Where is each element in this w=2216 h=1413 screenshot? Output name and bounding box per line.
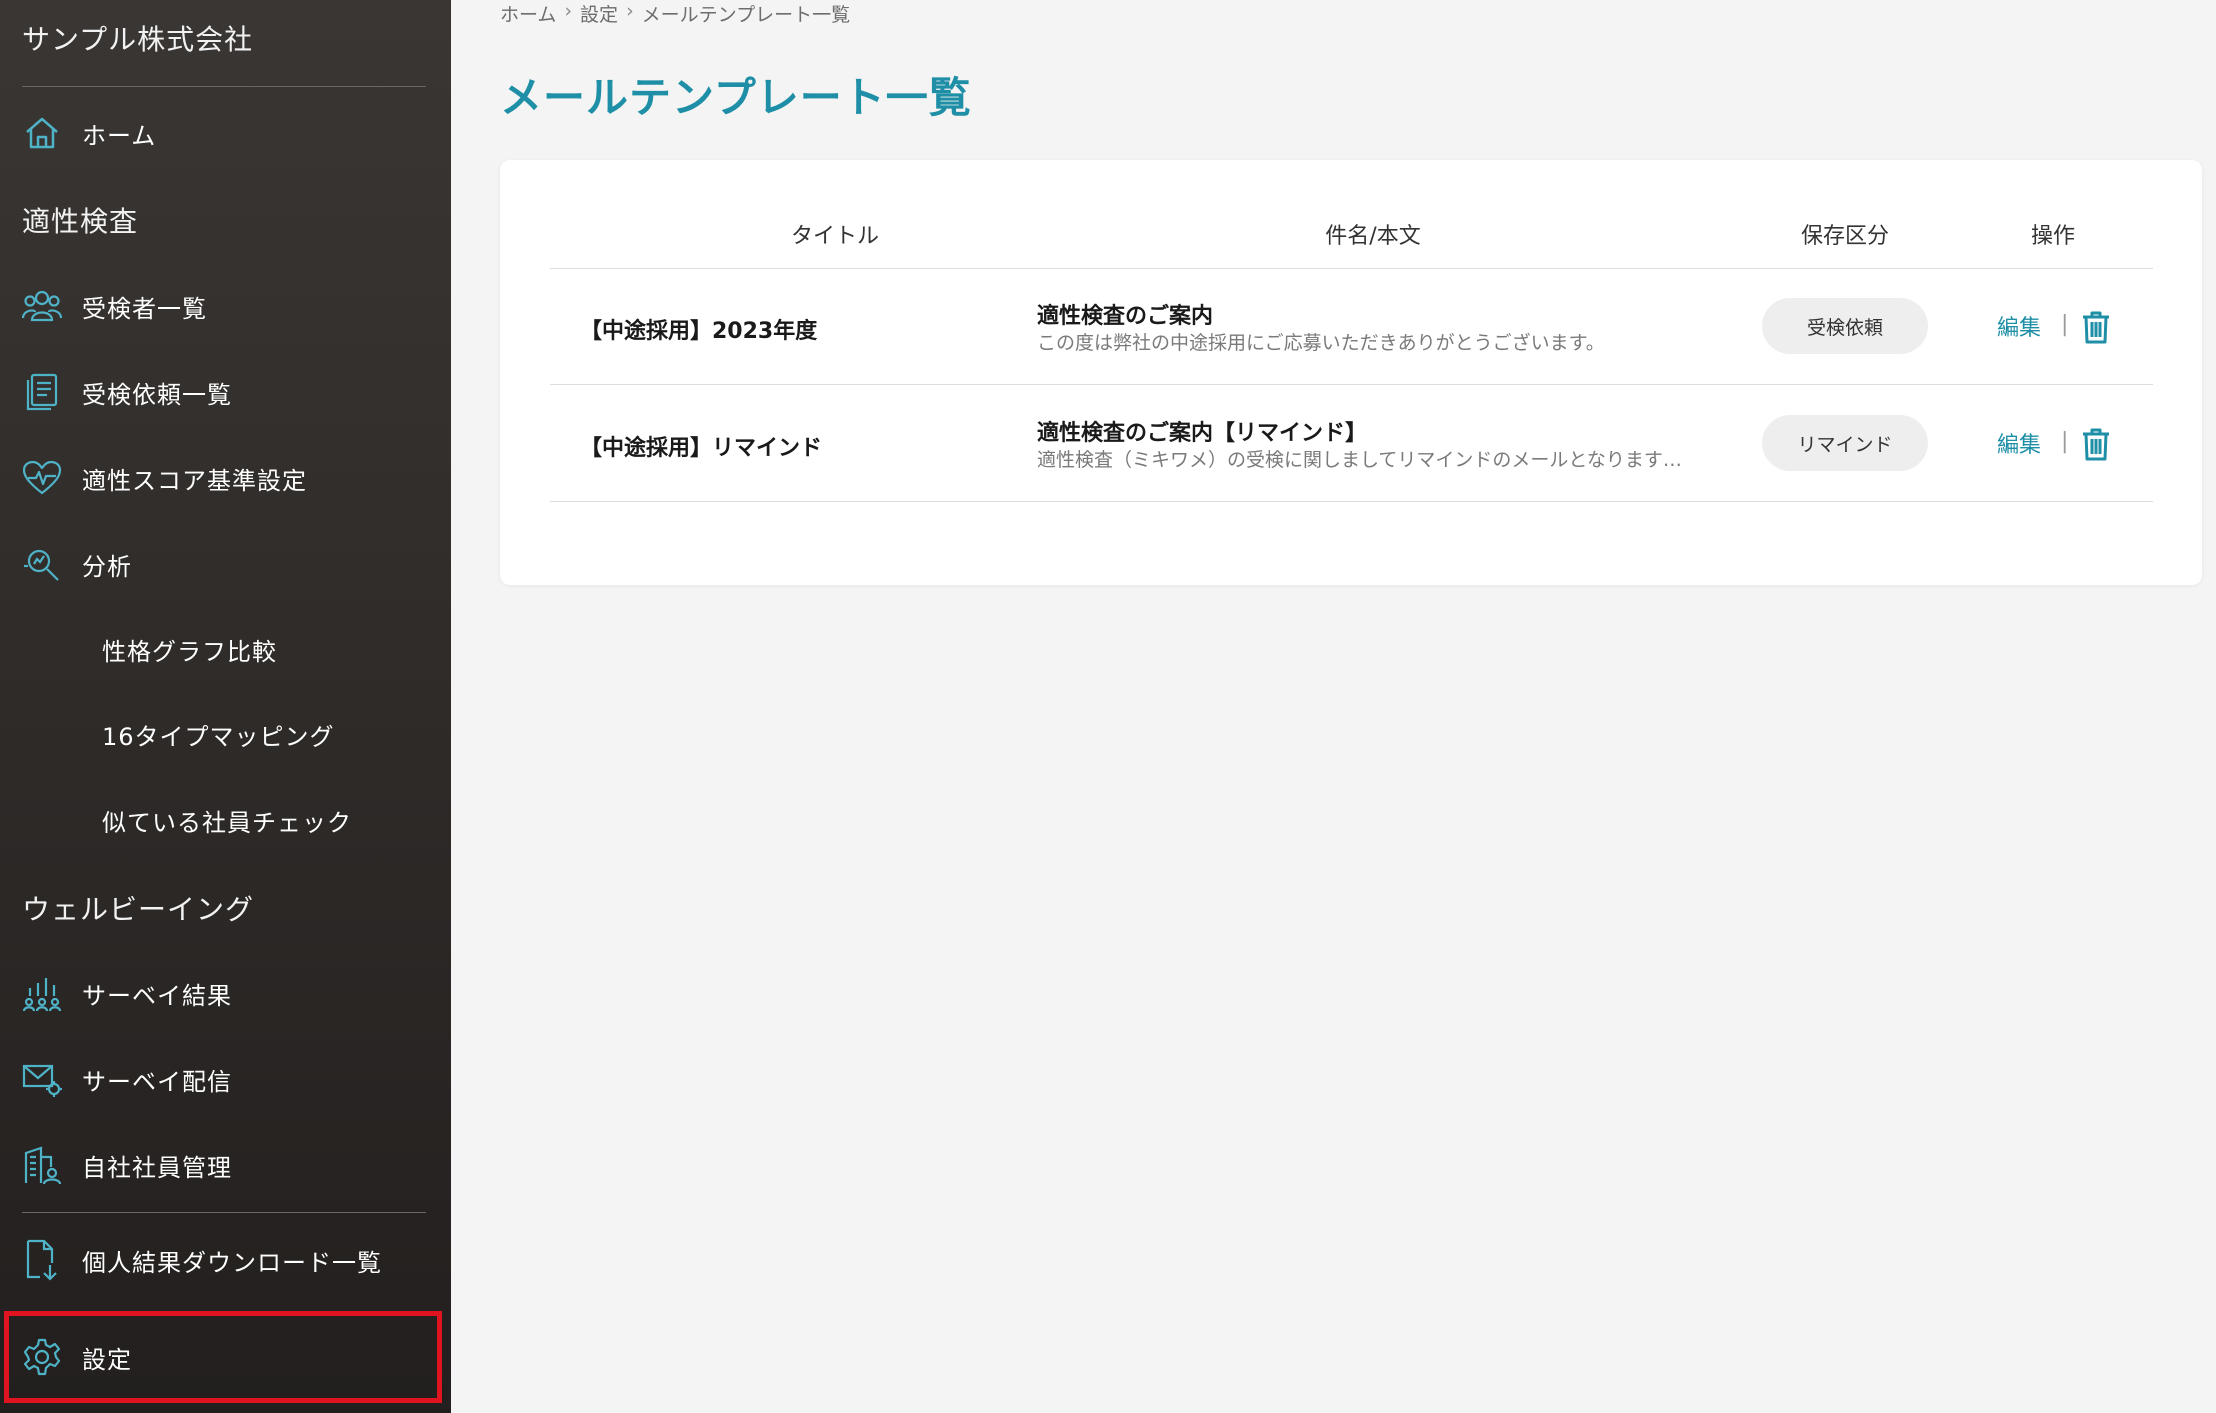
sidebar-item-survey-results[interactable]: サーベイ結果 xyxy=(0,958,451,1028)
sidebar-item-label: 受検者一覧 xyxy=(82,294,207,323)
breadcrumb-home[interactable]: ホーム xyxy=(500,0,556,27)
edit-link[interactable]: 編集 xyxy=(1997,310,2041,342)
sidebar-item-label: 受検依頼一覧 xyxy=(82,380,232,409)
template-title: 【中途採用】リマインド xyxy=(580,436,823,461)
sidebar-item-label: サーベイ配信 xyxy=(82,1067,232,1096)
company-name: サンプル株式会社 xyxy=(22,23,254,56)
sidebar-item-employee-mgmt[interactable]: 自社社員管理 xyxy=(0,1130,451,1200)
sidebar-divider xyxy=(22,1212,426,1213)
section-heading-wellbeing: ウェルビーイング xyxy=(22,893,255,926)
breadcrumb-settings[interactable]: 設定 xyxy=(580,0,618,27)
sidebar: サンプル株式会社 ホーム 適性検査 受検者一覧 受検依頼一覧 適性スコア基準設定… xyxy=(0,0,451,1413)
sidebar-item-label: 16タイプマッピング xyxy=(102,722,335,751)
section-heading-aptitude: 適性検査 xyxy=(22,205,139,238)
mail-gear-icon xyxy=(22,1059,62,1099)
sidebar-item-label: 性格グラフ比較 xyxy=(102,637,277,666)
category-badge: リマインド xyxy=(1762,415,1928,471)
edit-link[interactable]: 編集 xyxy=(1997,427,2041,459)
template-body-preview: 適性検査（ミキワメ）の受検に関しましてリマインドのメールとなります… xyxy=(1037,449,1682,471)
sidebar-item-label: 個人結果ダウンロード一覧 xyxy=(82,1248,382,1277)
users-icon xyxy=(22,286,62,326)
sidebar-item-analysis[interactable]: 分析 xyxy=(0,529,451,599)
table-divider xyxy=(550,501,2153,502)
page-title: メールテンプレート一覧 xyxy=(500,73,972,122)
trash-icon[interactable] xyxy=(2081,427,2113,461)
trash-icon[interactable] xyxy=(2081,310,2113,344)
action-separator: | xyxy=(2061,429,2069,454)
bar-chart-people-icon xyxy=(22,973,62,1013)
magnifier-chart-icon xyxy=(22,544,62,584)
sidebar-item-label: 分析 xyxy=(82,552,132,581)
sidebar-item-examinees[interactable]: 受検者一覧 xyxy=(0,271,451,341)
sidebar-item-label: サーベイ結果 xyxy=(82,981,232,1010)
sidebar-item-type-mapping[interactable]: 16タイプマッピング xyxy=(0,699,451,769)
settings-highlight-box xyxy=(4,1311,442,1403)
template-subject: 適性検査のご案内 xyxy=(1037,304,1214,329)
heart-pulse-icon xyxy=(22,458,62,498)
sidebar-item-survey-delivery[interactable]: サーベイ配信 xyxy=(0,1044,451,1114)
home-icon xyxy=(22,113,62,153)
column-header-actions: 操作 xyxy=(2030,224,2075,249)
column-header-subject: 件名/本文 xyxy=(1325,224,1421,249)
building-person-icon xyxy=(22,1145,62,1185)
breadcrumb-current: メールテンプレート一覧 xyxy=(641,4,851,26)
sidebar-item-label: 似ている社員チェック xyxy=(102,808,352,837)
file-download-icon xyxy=(22,1239,62,1281)
sidebar-item-label: 適性スコア基準設定 xyxy=(82,466,307,495)
sidebar-item-label: ホーム xyxy=(82,121,157,150)
sidebar-item-score-settings[interactable]: 適性スコア基準設定 xyxy=(0,443,451,513)
sidebar-item-label: 自社社員管理 xyxy=(82,1153,232,1182)
column-header-title: タイトル xyxy=(790,224,879,249)
template-title: 【中途採用】2023年度 xyxy=(580,319,818,344)
category-badge: 受検依頼 xyxy=(1762,298,1928,354)
table-divider xyxy=(550,384,2153,385)
breadcrumb: ホーム › 設定 › メールテンプレート一覧 xyxy=(500,0,850,27)
table-divider xyxy=(550,268,2153,269)
sidebar-item-home[interactable]: ホーム xyxy=(0,98,451,168)
sidebar-divider xyxy=(22,86,426,87)
breadcrumb-separator: › xyxy=(564,0,573,22)
template-body-preview: この度は弊社の中途採用にご応募いただきありがとうございます。 xyxy=(1037,332,1605,354)
action-separator: | xyxy=(2061,312,2069,337)
document-list-icon xyxy=(22,372,62,412)
sidebar-item-download-list[interactable]: 個人結果ダウンロード一覧 xyxy=(0,1225,451,1295)
sidebar-item-personality-graph[interactable]: 性格グラフ比較 xyxy=(0,614,451,684)
breadcrumb-separator: › xyxy=(626,0,634,22)
template-subject: 適性検査のご案内【リマインド】 xyxy=(1037,421,1368,446)
sidebar-item-requests[interactable]: 受検依頼一覧 xyxy=(0,357,451,427)
template-table-card: タイトル 件名/本文 保存区分 操作 【中途採用】2023年度 適性検査のご案内… xyxy=(500,160,2202,585)
sidebar-item-similar-check[interactable]: 似ている社員チェック xyxy=(0,785,451,855)
column-header-category: 保存区分 xyxy=(1800,224,1889,249)
